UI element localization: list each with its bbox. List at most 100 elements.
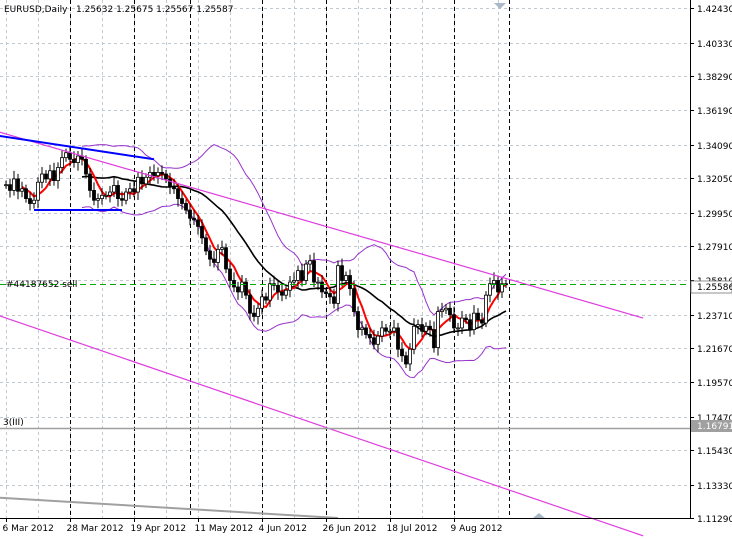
candle-body xyxy=(216,248,220,263)
candle-body xyxy=(428,325,432,330)
candle-body xyxy=(260,296,264,309)
candle-body xyxy=(76,155,80,163)
candle-body xyxy=(464,317,468,321)
price-tick-label: 1.21670 xyxy=(697,345,732,355)
candle-body xyxy=(236,286,240,293)
candle-body xyxy=(140,176,144,185)
candle-body xyxy=(348,275,352,290)
candle-body xyxy=(316,281,320,284)
candle-body xyxy=(344,275,348,281)
order-label: #44187652 sell xyxy=(6,280,77,290)
candle-body xyxy=(444,307,448,311)
candle-body xyxy=(20,188,24,192)
candle-body xyxy=(108,191,112,196)
candle-body xyxy=(204,237,208,252)
candle-body xyxy=(376,335,380,345)
candle-body xyxy=(276,284,280,293)
candle-body xyxy=(440,309,444,312)
candle-body xyxy=(188,209,192,219)
time-tick-label: 4 Jun 2012 xyxy=(259,524,307,534)
candle-body xyxy=(456,327,460,330)
candle-body xyxy=(424,325,428,332)
candle-body xyxy=(4,184,8,187)
candle-body xyxy=(324,291,328,294)
level-label: 3(III) xyxy=(3,418,24,428)
candle-body xyxy=(232,280,236,288)
candle-body xyxy=(320,281,324,293)
candle-body xyxy=(496,280,500,293)
price-tick-label: 1.42430 xyxy=(697,5,732,15)
candle-body xyxy=(88,173,92,191)
price-chart[interactable]: EURUSD,Daily 1.25632 1.25675 1.25567 1.2… xyxy=(0,0,732,539)
time-tick-label: 26 Jun 2012 xyxy=(323,524,377,534)
candle-body xyxy=(192,217,196,221)
price-tick-label: 1.40330 xyxy=(697,40,732,50)
candle-body xyxy=(172,186,176,190)
candle-body xyxy=(268,283,272,301)
candle-body xyxy=(96,198,100,201)
candle-body xyxy=(44,173,48,180)
candle-body xyxy=(384,327,388,332)
candle-body xyxy=(412,325,416,350)
candle-body xyxy=(168,178,172,188)
time-tick-label: 9 Aug 2012 xyxy=(451,524,503,534)
candle-body xyxy=(332,296,336,304)
candle-body xyxy=(476,312,480,321)
candle-body xyxy=(460,317,464,329)
price-tick-label: 1.38290 xyxy=(697,73,732,83)
candle-body xyxy=(484,294,488,324)
candle-body xyxy=(328,293,332,298)
candle-body xyxy=(240,281,244,293)
chart-background xyxy=(0,0,732,539)
time-tick-label: 18 Jul 2012 xyxy=(387,524,438,534)
candle-body xyxy=(468,319,472,330)
candle-body xyxy=(200,226,204,239)
candle-body xyxy=(488,283,492,296)
candle-body xyxy=(356,311,360,330)
candle-body xyxy=(24,188,28,199)
candle-body xyxy=(160,171,164,175)
candle-body xyxy=(156,171,160,177)
candle-body xyxy=(360,327,364,330)
candle-body xyxy=(472,312,476,330)
candle-body xyxy=(224,247,228,270)
candle-body xyxy=(368,334,372,339)
candle-body xyxy=(104,194,108,197)
candle-body xyxy=(420,324,424,332)
candle-body xyxy=(68,152,72,160)
candle-body xyxy=(284,289,288,296)
candle-body xyxy=(136,176,140,193)
candle-body xyxy=(208,250,212,260)
candle-body xyxy=(36,181,40,201)
candle-body xyxy=(56,167,60,181)
candle-body xyxy=(452,314,456,329)
price-tick-label: 1.29950 xyxy=(697,210,732,220)
candle-body xyxy=(340,265,344,281)
candle-body xyxy=(336,265,340,304)
price-tick-label: 1.34090 xyxy=(697,142,732,152)
candle-body xyxy=(300,270,304,281)
candle-body xyxy=(436,311,440,348)
candle-body xyxy=(48,170,52,180)
candle-body xyxy=(296,270,300,281)
time-tick-label: 11 May 2012 xyxy=(195,524,254,534)
candle-body xyxy=(252,312,256,317)
time-tick-label: 6 Mar 2012 xyxy=(3,524,54,534)
candle-body xyxy=(312,260,316,283)
time-tick-label: 28 Mar 2012 xyxy=(67,524,124,534)
candle-body xyxy=(176,188,180,199)
candle-body xyxy=(364,327,368,335)
candle-body xyxy=(132,188,136,193)
current-price-tag-text: 1.25586 xyxy=(697,283,732,293)
time-tick-label: 19 Apr 2012 xyxy=(131,524,187,534)
candle-body xyxy=(28,198,32,204)
candle-body xyxy=(124,191,128,201)
candle-body xyxy=(184,203,188,211)
candle-body xyxy=(128,188,132,193)
price-tick-label: 1.23710 xyxy=(697,312,732,322)
candle-body xyxy=(72,158,76,163)
symbol-label: EURUSD,Daily xyxy=(4,5,68,15)
candle-body xyxy=(352,288,356,312)
candle-body xyxy=(408,348,412,365)
candle-body xyxy=(392,327,396,332)
